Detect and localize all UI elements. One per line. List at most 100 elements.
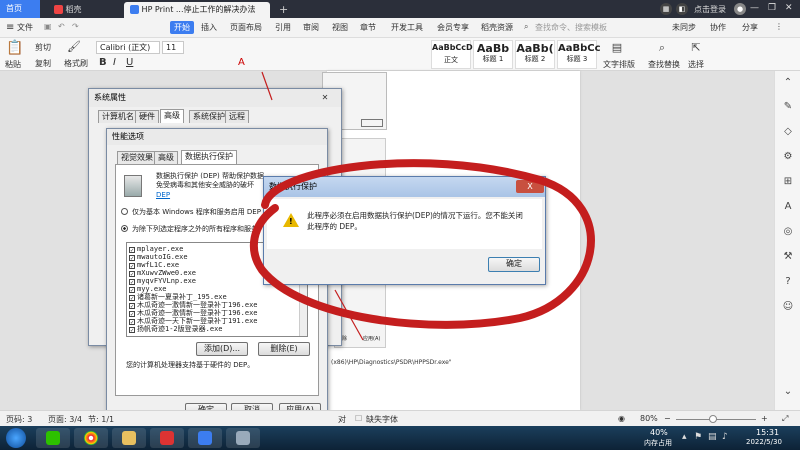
menu-daoke-resources[interactable]: 稻壳资源: [481, 22, 513, 33]
sync-status[interactable]: 未同步: [672, 22, 696, 33]
pin-icon[interactable]: ⌃: [781, 77, 795, 88]
list-item[interactable]: ✓ 扬帆奇迹1-2版登录器.exe: [129, 325, 223, 334]
find-icon[interactable]: ⌕: [654, 41, 670, 55]
italic-icon[interactable]: I: [113, 57, 116, 68]
list-item[interactable]: ✓ myy.exe: [129, 285, 167, 294]
list-item[interactable]: ✓ mwfL1C.exe: [129, 261, 179, 270]
compass-icon[interactable]: ◎: [781, 226, 795, 237]
status-section[interactable]: 节: 1/1: [88, 414, 114, 425]
style-heading1[interactable]: AaBb 标题 1: [473, 40, 513, 69]
dep-dialog-close-button[interactable]: X: [516, 180, 544, 193]
status-pages[interactable]: 页面: 3/4: [48, 414, 82, 425]
menu-start[interactable]: 开始: [170, 21, 194, 34]
eye-icon[interactable]: ◉: [618, 414, 625, 423]
list-item[interactable]: ✓ 诸葛新一夏录补丁_195.exe: [129, 293, 227, 302]
properties-icon[interactable]: ⊞: [781, 176, 795, 187]
menu-member[interactable]: 会员专享: [437, 22, 469, 33]
tab-home[interactable]: 首页: [0, 0, 40, 18]
zoom-level[interactable]: 80%: [640, 414, 658, 423]
status-check[interactable]: 对: [338, 414, 346, 425]
sys-close-icon[interactable]: ✕: [311, 91, 339, 104]
dep-dialog-ok-button[interactable]: 确定: [488, 257, 540, 272]
tray-up-arrow-icon[interactable]: ▴: [682, 432, 687, 442]
start-button[interactable]: [6, 428, 26, 448]
taskbar-wechat[interactable]: [36, 428, 70, 448]
zoom-in-icon[interactable]: +: [761, 414, 768, 423]
window-grid-icon[interactable]: ▦: [660, 3, 672, 15]
list-item[interactable]: ✓ myqvFYVLnp.exe: [129, 277, 196, 286]
tab-hardware[interactable]: 硬件: [135, 110, 159, 123]
zoom-out-icon[interactable]: −: [664, 414, 671, 423]
tray-time[interactable]: 15:31: [756, 428, 779, 437]
text-layout-icon[interactable]: ▤: [609, 41, 625, 54]
close-icon[interactable]: ✕: [785, 3, 793, 13]
collab-button[interactable]: 协作: [710, 22, 726, 33]
menu-chapter[interactable]: 章节: [360, 22, 376, 33]
format-painter-button[interactable]: 格式刷: [64, 58, 88, 69]
status-page[interactable]: 页码: 3: [6, 414, 32, 425]
menu-layout[interactable]: 页面布局: [230, 22, 262, 33]
select-button[interactable]: 选择: [688, 59, 704, 70]
scroll-down-icon[interactable]: ⌄: [781, 386, 795, 397]
fit-page-icon[interactable]: ⤢: [782, 414, 788, 424]
status-missing-font[interactable]: 缺失字体: [366, 414, 398, 425]
new-tab-button[interactable]: +: [275, 2, 293, 18]
list-item[interactable]: ✓ mwautoIG.exe: [129, 253, 188, 262]
hamburger-icon[interactable]: ≡: [6, 22, 14, 33]
pen-icon[interactable]: ✎: [781, 101, 795, 112]
list-item[interactable]: ✓ 木瓜奇迹一激情新一登录补丁196.exe: [129, 309, 258, 318]
menu-review[interactable]: 审阅: [303, 22, 319, 33]
menu-insert[interactable]: 插入: [201, 22, 217, 33]
share-button[interactable]: 分享: [742, 22, 758, 33]
list-item[interactable]: ✓ 木瓜奇迹一天下新一登录补丁191.exe: [129, 317, 258, 326]
app-icon[interactable]: ◧: [676, 3, 688, 15]
undo-icon[interactable]: ↶: [58, 22, 65, 31]
taskbar-explorer[interactable]: [112, 428, 146, 448]
tab-system-protection[interactable]: 系统保护: [189, 110, 229, 123]
tab-perf-advanced[interactable]: 高级: [154, 151, 178, 164]
copy-button[interactable]: 复制: [35, 58, 51, 69]
login-link[interactable]: 点击登录: [694, 4, 726, 15]
filter-icon[interactable]: ⚙: [781, 151, 795, 162]
tray-flag-icon[interactable]: ⚑: [694, 432, 702, 442]
taskbar-writer[interactable]: [188, 428, 222, 448]
style-heading2[interactable]: AaBb(标题 2: [515, 40, 555, 69]
style-heading3[interactable]: AaBbCc 标题 3: [557, 40, 601, 69]
redo-icon[interactable]: ↷: [72, 22, 79, 31]
list-item[interactable]: ✓ 木瓜奇迹一激情新一登录补丁196.exe: [129, 301, 258, 310]
more-icon[interactable]: ⋮: [775, 22, 783, 31]
format-painter-icon[interactable]: 🖌: [67, 40, 81, 53]
shapes-icon[interactable]: ◇: [781, 126, 795, 137]
find-replace-button[interactable]: 查找替换: [648, 59, 680, 70]
paste-icon[interactable]: 📋: [6, 40, 23, 56]
paste-label[interactable]: 粘贴: [5, 59, 21, 70]
tab-remote[interactable]: 远程: [225, 110, 249, 123]
minimize-icon[interactable]: —: [750, 3, 759, 13]
list-item[interactable]: ✓ mplayer.exe: [129, 245, 183, 254]
tray-network-icon[interactable]: ▤: [708, 432, 717, 442]
cut-button[interactable]: 剪切: [35, 42, 51, 53]
font-color-icon[interactable]: A: [238, 57, 245, 68]
tab-document[interactable]: HP Print ...停止工作的解决办法: [124, 2, 270, 18]
menu-devtools[interactable]: 开发工具: [391, 22, 423, 33]
bold-icon[interactable]: B: [99, 57, 107, 68]
font-name-select[interactable]: Calibri (正文): [96, 41, 160, 54]
tab-daoke[interactable]: 稻壳: [48, 2, 116, 18]
save-icon[interactable]: ▣: [44, 22, 52, 31]
tab-computer-name[interactable]: 计算机名: [98, 110, 138, 123]
tab-visual-effects[interactable]: 视觉效果: [117, 151, 157, 164]
radio-all[interactable]: [121, 225, 128, 232]
tools-icon[interactable]: ⚒: [781, 251, 795, 262]
add-program-button[interactable]: 添加(D)...: [196, 342, 248, 356]
list-item[interactable]: ✓ mXuwvZWwe0.exe: [129, 269, 196, 278]
help-icon[interactable]: ?: [781, 276, 795, 287]
radio-essential[interactable]: [121, 208, 128, 215]
restore-icon[interactable]: ❐: [768, 3, 776, 13]
taskbar-wps[interactable]: [150, 428, 184, 448]
zoom-slider-thumb[interactable]: [709, 415, 717, 423]
taskbar-system[interactable]: [226, 428, 260, 448]
style-normal[interactable]: AaBbCcDd 正文: [431, 40, 478, 69]
search-command-input[interactable]: 查找命令、搜索模板: [535, 22, 607, 33]
remove-program-button[interactable]: 删除(E): [258, 342, 310, 356]
menu-reference[interactable]: 引用: [275, 22, 291, 33]
